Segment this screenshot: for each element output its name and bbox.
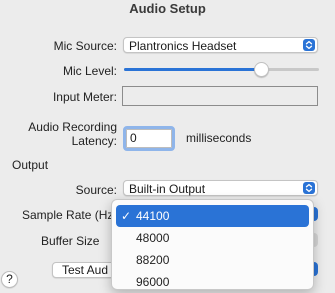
buffer-size-label: Buffer Size (41, 234, 100, 248)
popup-chevron-icon (303, 39, 315, 51)
mic-source-value: Plantronics Headset (129, 39, 237, 53)
mic-level-label: Mic Level: (62, 64, 117, 78)
output-source-label: Source: (75, 183, 117, 197)
latency-label: Audio Recording Latency: (0, 120, 117, 148)
latency-label-line2: Latency: (71, 134, 117, 148)
menu-item-48000[interactable]: 48000 (116, 227, 309, 249)
mic-level-fill (124, 68, 262, 71)
mic-source-popup[interactable]: Plantronics Headset (123, 37, 318, 53)
test-audio-button[interactable]: Test Aud (52, 262, 118, 278)
output-section-label: Output (12, 158, 49, 172)
menu-item-96000[interactable]: 96000 (116, 271, 309, 293)
latency-label-line1: Audio Recording (28, 120, 117, 134)
popup-chevron-icon (303, 182, 315, 194)
checkmark-icon: ✓ (121, 209, 132, 223)
help-button[interactable]: ? (1, 271, 18, 288)
mic-level-slider[interactable] (124, 62, 319, 78)
input-meter-label: Input Meter: (52, 90, 117, 104)
mic-source-label: Mic Source: (53, 39, 117, 53)
sample-rate-menu: ✓ 44100 48000 88200 96000 (111, 199, 314, 290)
latency-input[interactable]: 0 (123, 126, 175, 151)
output-source-popup[interactable]: Built-in Output (123, 180, 318, 196)
menu-item-44100[interactable]: ✓ 44100 (116, 205, 309, 227)
mic-level-knob[interactable] (254, 62, 269, 77)
input-meter (122, 86, 318, 106)
menu-item-88200[interactable]: 88200 (116, 249, 309, 271)
window-title: Audio Setup (129, 1, 206, 16)
latency-unit-label: milliseconds (186, 131, 252, 145)
sample-rate-label: Sample Rate (Hz) (22, 208, 118, 222)
output-source-value: Built-in Output (129, 182, 206, 196)
